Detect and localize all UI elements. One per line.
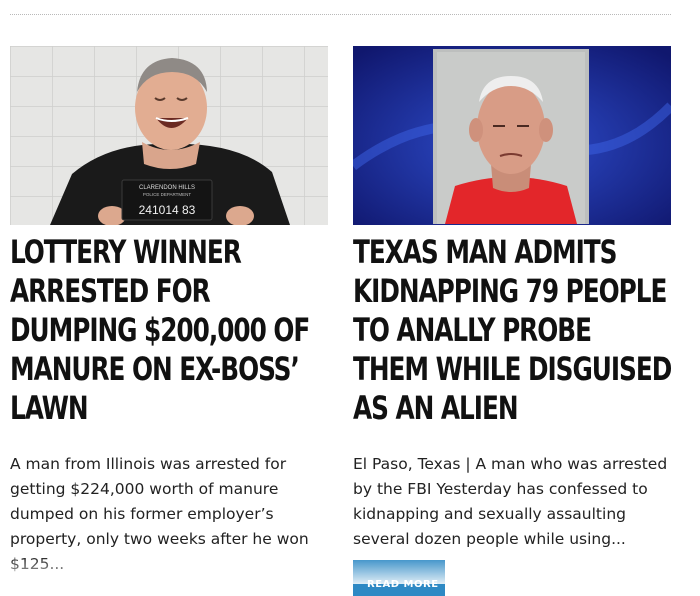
article-excerpt-1: A man from Illinois was arrested for get… bbox=[10, 455, 309, 573]
article-headline-2[interactable]: TEXAS MAN ADMITS KIDNAPPING 79 PEOPLE TO… bbox=[353, 233, 673, 428]
section-divider bbox=[10, 14, 671, 15]
placard-number: 241014 83 bbox=[139, 203, 196, 217]
placard-line-2: POLICE DEPARTMENT bbox=[143, 192, 192, 197]
placard-line-1: CLARENDON HILLS bbox=[139, 185, 195, 191]
article-excerpt-2: El Paso, Texas | A man who was arrested … bbox=[353, 455, 668, 548]
article-thumbnail-2[interactable] bbox=[353, 46, 671, 225]
article-card-2: TEXAS MAN ADMITS KIDNAPPING 79 PEOPLE TO… bbox=[353, 46, 673, 552]
read-more-button[interactable]: READ MORE bbox=[353, 560, 445, 596]
article-headline-1[interactable]: LOTTERY WINNER ARRESTED FOR DUMPING $200… bbox=[10, 233, 330, 428]
article-card-1: CLARENDON HILLS POLICE DEPARTMENT 241014… bbox=[10, 46, 328, 577]
article-thumbnail-1[interactable]: CLARENDON HILLS POLICE DEPARTMENT 241014… bbox=[10, 46, 328, 225]
